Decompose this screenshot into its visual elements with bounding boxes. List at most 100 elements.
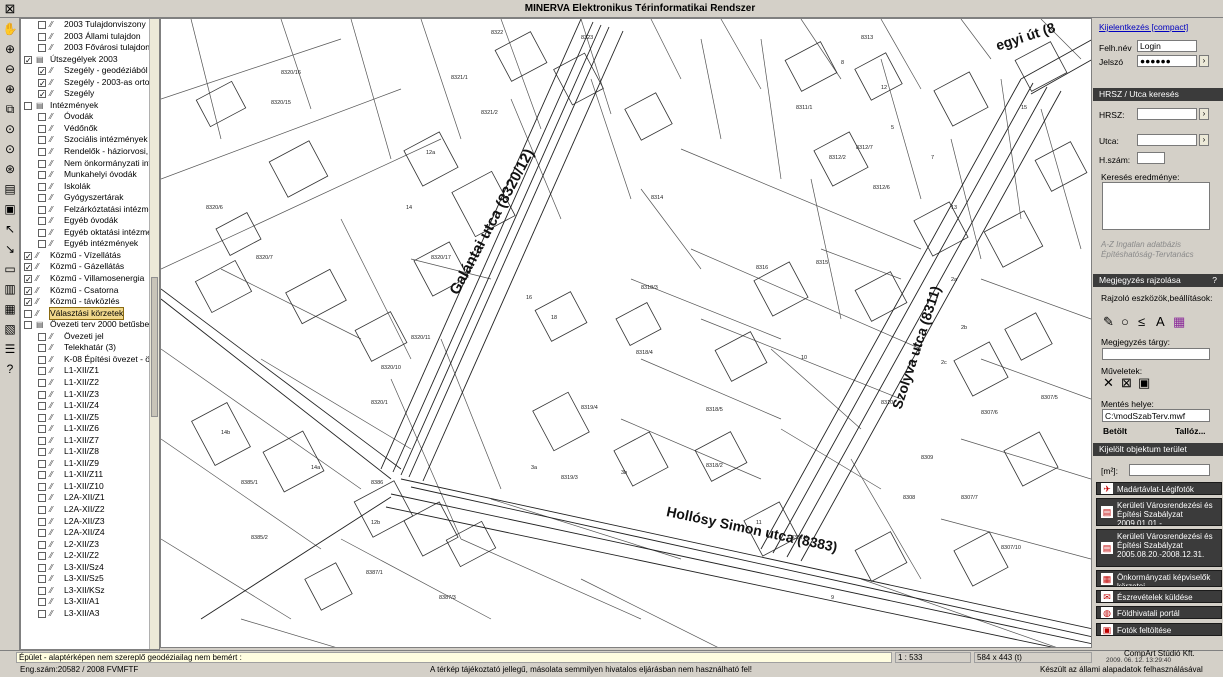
layer-checkbox[interactable]	[38, 425, 46, 434]
layer-checkbox[interactable]	[38, 194, 46, 203]
layer-checkbox[interactable]	[38, 171, 46, 180]
link-button[interactable]: ◍ Földhivatali portál	[1096, 606, 1222, 619]
browse-button[interactable]: Tallóz...	[1175, 426, 1206, 436]
layer-row[interactable]: ⁄⁄ Iskolák	[21, 181, 159, 193]
layer-row[interactable]: ⁄⁄ Választási körzetek	[21, 306, 159, 321]
layer-tree-scrollbar[interactable]	[149, 19, 159, 649]
clear-icon[interactable]: ⊠	[1121, 375, 1132, 391]
layer-checkbox[interactable]	[38, 44, 46, 53]
layer-row[interactable]: ⁄⁄ 2003 Fővárosi tulajdon	[21, 42, 159, 54]
layer-row[interactable]: ⁄⁄ L1-XII/Z4	[21, 400, 159, 412]
layer-row[interactable]: ⁄⁄ L2A-XII/Z3	[21, 516, 159, 528]
layer-checkbox[interactable]	[38, 21, 46, 29]
layer-row[interactable]: ⁄⁄ K-08 Építési övezet - övezeti	[21, 354, 159, 366]
layer-row[interactable]: ⁄⁄ L2A-XII/Z4	[21, 527, 159, 539]
layer-checkbox[interactable]	[24, 275, 32, 284]
save-icon[interactable]: ▣	[1138, 375, 1150, 391]
layer-row[interactable]: ⁄⁄ L3-XII/KSz	[21, 585, 159, 597]
layer-row[interactable]: ⁄⁄ Szociális intézmények	[21, 134, 159, 146]
layer-row[interactable]: ⁄⁄ L3-XII/Sz4	[21, 562, 159, 574]
layer-checkbox[interactable]	[24, 55, 32, 64]
layer-row[interactable]: ⁄⁄ Övezeti jel	[21, 331, 159, 343]
layer-row[interactable]: ⁄⁄ Egyéb oktatási intézmények	[21, 227, 159, 239]
select-arrow-icon[interactable]: ↖	[1, 220, 19, 238]
layer-row[interactable]: ⁄⁄ L1-XII/Z1	[21, 365, 159, 377]
layer-checkbox[interactable]	[38, 563, 46, 572]
layer-checkbox[interactable]	[38, 598, 46, 607]
layer-checkbox[interactable]	[38, 378, 46, 387]
layer-checkbox[interactable]	[38, 505, 46, 514]
layer-checkbox[interactable]	[24, 101, 32, 110]
load-button[interactable]: Betölt	[1103, 426, 1127, 436]
layer-row[interactable]: ⁄⁄ 2003 Tulajdonviszony	[21, 19, 159, 31]
zoom-previous-icon[interactable]: ⊙	[1, 120, 19, 138]
logout-link[interactable]: Kijelentkezés [compact]	[1099, 22, 1188, 32]
layer-checkbox[interactable]	[38, 436, 46, 445]
cadastral-map[interactable]: Galántai utca (8320/12)Hollósy Simon utc…	[161, 19, 1092, 648]
map-canvas[interactable]: Galántai utca (8320/12) Hollósy Simon utc…	[160, 18, 1092, 648]
text-icon[interactable]: A	[1156, 314, 1165, 329]
layer-row[interactable]: ⁄⁄ Gyógyszertárak	[21, 192, 159, 204]
polyline-icon[interactable]: ≤	[1138, 314, 1145, 329]
layer-checkbox[interactable]	[38, 67, 46, 76]
zoom-out-icon[interactable]: ⊖	[1, 60, 19, 78]
layer-checkbox[interactable]	[38, 517, 46, 526]
layer-row[interactable]: ▤ Intézmények	[21, 100, 159, 112]
layer-row[interactable]: ⁄⁄ L2-XII/Z3	[21, 539, 159, 551]
scrollbar-thumb[interactable]	[151, 277, 158, 417]
username-input[interactable]	[1137, 40, 1197, 52]
layer-checkbox[interactable]	[38, 205, 46, 214]
link-button[interactable]: ▤ Kerületi Városrendezési és Építési Szab…	[1096, 529, 1222, 567]
login-button[interactable]: ›	[1199, 55, 1209, 67]
layer-row[interactable]: ⁄⁄ Telekhatár (3)	[21, 342, 159, 354]
measure-icon[interactable]: ▭	[1, 260, 19, 278]
circle-icon[interactable]: ○	[1121, 314, 1129, 329]
layer-checkbox[interactable]	[38, 148, 46, 157]
layer-checkbox[interactable]	[38, 575, 46, 584]
layer-row[interactable]: ⁄⁄ Szegély - geodéziából	[21, 65, 159, 77]
legend-icon[interactable]: ▥	[1, 280, 19, 298]
zoom-in-icon[interactable]: ⊕	[1, 40, 19, 58]
layer-row[interactable]: ⁄⁄ Nem önkormányzati intézmények	[21, 158, 159, 170]
layer-checkbox[interactable]	[38, 182, 46, 191]
save-location-input[interactable]	[1102, 409, 1210, 422]
layer-checkbox[interactable]	[38, 482, 46, 491]
layer-row[interactable]: ⁄⁄ Közmű - távközlés	[21, 296, 159, 308]
layer-row[interactable]: ⁄⁄ 2003 Állami tulajdon	[21, 31, 159, 43]
layer-row[interactable]: ⁄⁄ L3-XII/Sz5	[21, 573, 159, 585]
house-number-input[interactable]	[1137, 152, 1165, 164]
close-icon[interactable]: ⊠	[2, 1, 18, 16]
layer-checkbox[interactable]	[38, 217, 46, 226]
pan-hand-icon[interactable]: ✋	[1, 20, 19, 38]
layer-checkbox[interactable]	[38, 459, 46, 468]
layer-checkbox[interactable]	[38, 90, 46, 99]
layer-row[interactable]: ⁄⁄ Szegély	[21, 88, 159, 100]
layer-row[interactable]: ⁄⁄ L2A-XII/Z2	[21, 504, 159, 516]
layer-row[interactable]: ⁄⁄ L2-XII/Z2	[21, 550, 159, 562]
layer-checkbox[interactable]	[24, 263, 32, 272]
layer-checkbox[interactable]	[38, 344, 46, 353]
link-button[interactable]: ✈ Madártávlat-Légifotók	[1096, 482, 1222, 495]
layer-row[interactable]: ⁄⁄ Felzárkóztatási intézmények	[21, 204, 159, 216]
layer-row[interactable]: ⁄⁄ L1-XII/Z9	[21, 458, 159, 470]
layer-checkbox[interactable]	[38, 529, 46, 538]
layer-row[interactable]: ⁄⁄ Közmű - Csatorna	[21, 285, 159, 297]
layer-checkbox[interactable]	[38, 552, 46, 561]
layer-checkbox[interactable]	[38, 413, 46, 422]
password-input[interactable]: ●●●●●●	[1137, 55, 1197, 67]
building-authority-link[interactable]: Építéshatóság-Tervtanács	[1101, 250, 1194, 259]
color-palette-icon[interactable]: ▦	[1173, 314, 1185, 330]
layer-row[interactable]: ⁄⁄ Munkahelyi óvodák	[21, 169, 159, 181]
street-search-button[interactable]: ›	[1199, 134, 1209, 146]
layer-row[interactable]: ⁄⁄ Egyéb intézmények	[21, 238, 159, 250]
layer-row[interactable]: ⁄⁄ L1-XII/Z3	[21, 389, 159, 401]
layer-checkbox[interactable]	[24, 321, 32, 330]
layer-row[interactable]: ⁄⁄ L3-XII/A1	[21, 596, 159, 608]
layer-checkbox[interactable]	[38, 448, 46, 457]
layer-row[interactable]: ⁄⁄ Óvodák	[21, 111, 159, 123]
delete-icon[interactable]: ✕	[1103, 375, 1114, 391]
zoom-window-icon[interactable]: ⧉	[1, 100, 19, 118]
layer-checkbox[interactable]	[38, 355, 46, 364]
layer-row[interactable]: ⁄⁄ Közmű - Vízellátás	[21, 250, 159, 262]
zoom-area-icon[interactable]: ⊕	[1, 80, 19, 98]
